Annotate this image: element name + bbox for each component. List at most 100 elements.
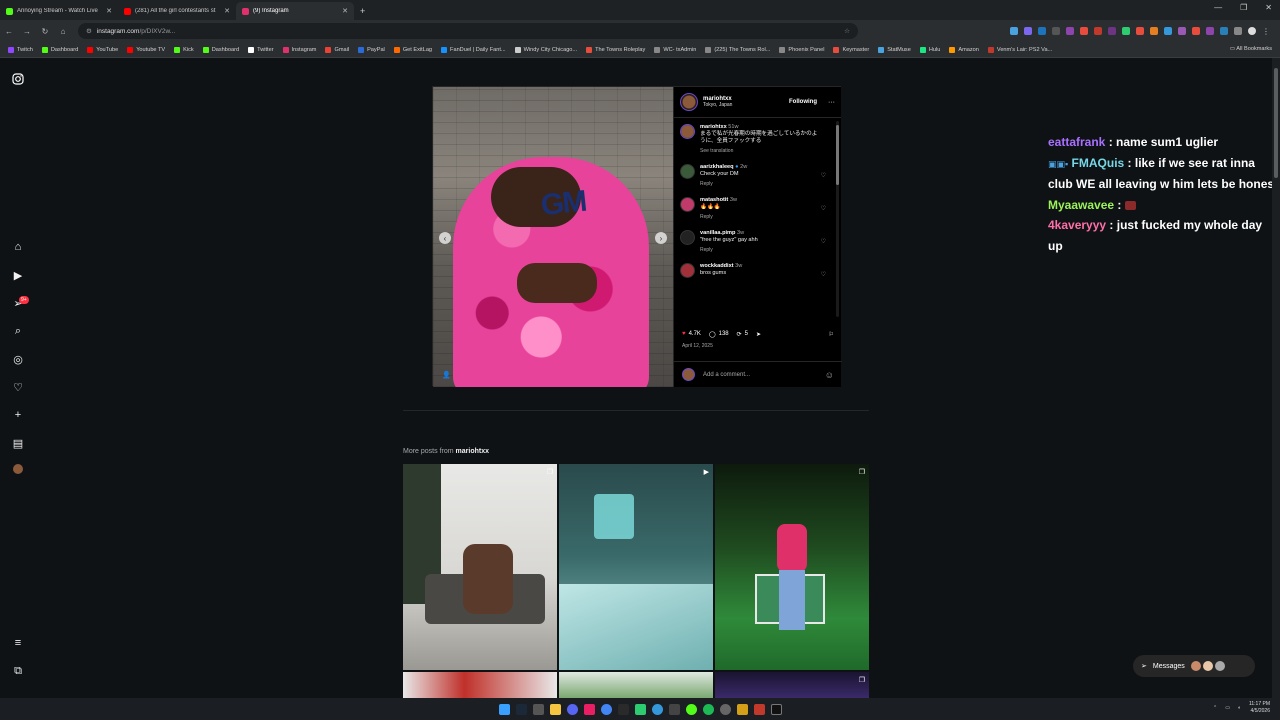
bookmark-star-icon[interactable]: ☆ bbox=[844, 27, 850, 35]
site-info-icon[interactable]: ⚙ bbox=[86, 27, 92, 35]
commenter-avatar[interactable] bbox=[680, 197, 695, 212]
extension-icon[interactable] bbox=[1206, 27, 1214, 35]
commenter-avatar[interactable] bbox=[680, 230, 695, 245]
scroll-thumb[interactable] bbox=[836, 125, 839, 185]
file-explorer-icon[interactable] bbox=[549, 703, 561, 715]
caption-username[interactable]: mariohtxx bbox=[700, 124, 727, 130]
post-photo[interactable]: GM ‹ › 👤 bbox=[433, 87, 673, 387]
bookmark-item[interactable]: Gmail bbox=[325, 46, 349, 53]
bookmark-item[interactable]: YouTube bbox=[87, 46, 118, 53]
close-icon[interactable]: ✕ bbox=[224, 7, 230, 15]
bookmark-item[interactable]: Dashboard bbox=[41, 46, 78, 53]
search-icon[interactable]: ⌕ bbox=[11, 324, 25, 338]
next-image-icon[interactable]: › bbox=[655, 232, 667, 244]
volume-icon[interactable]: ◐ bbox=[1238, 705, 1241, 711]
grid-post-3[interactable]: ❐ bbox=[715, 464, 869, 670]
all-bookmarks-button[interactable]: ▭ All Bookmarks bbox=[1225, 46, 1272, 52]
dashboard-icon[interactable]: ▤ bbox=[11, 436, 25, 450]
bookmark-item[interactable]: The Towns Roleplay bbox=[586, 46, 645, 53]
bookmark-item[interactable]: FanDuel | Daily Fant... bbox=[441, 46, 506, 53]
bookmark-item[interactable]: Venm's Lair: PS2 Va... bbox=[987, 46, 1052, 53]
puzzle-icon[interactable] bbox=[1234, 27, 1242, 35]
extension-icon[interactable] bbox=[1220, 27, 1228, 35]
add-comment-input[interactable]: Add a comment... bbox=[703, 372, 750, 378]
grid-post-2[interactable]: ▶ bbox=[559, 464, 713, 670]
reply-button[interactable]: Reply bbox=[700, 214, 818, 221]
extension-icon[interactable] bbox=[1164, 27, 1172, 35]
tray-chevron-icon[interactable]: ⌃ bbox=[1213, 705, 1217, 711]
close-window-icon[interactable]: ✕ bbox=[1265, 3, 1272, 12]
like-comment-icon[interactable]: ♡ bbox=[821, 205, 826, 212]
app-icon[interactable] bbox=[736, 703, 748, 715]
bookmark-item[interactable]: Keymaster bbox=[833, 46, 869, 53]
comments-scrollbar[interactable] bbox=[836, 121, 839, 317]
extension-icon[interactable] bbox=[1108, 27, 1116, 35]
address-bar[interactable]: ⚙ instagram.com/p/DIXV2w... ☆ bbox=[78, 23, 858, 39]
share-button[interactable]: ➤ bbox=[756, 331, 761, 338]
profile-icon[interactable] bbox=[1248, 27, 1256, 35]
extension-icon[interactable] bbox=[1150, 27, 1158, 35]
bookmark-item[interactable]: Instagram bbox=[282, 46, 316, 53]
reels-icon[interactable]: ▶ bbox=[11, 268, 25, 282]
back-icon[interactable]: ← bbox=[0, 27, 18, 36]
app-icon[interactable] bbox=[651, 703, 663, 715]
steam-icon[interactable] bbox=[515, 703, 527, 715]
bookmark-item[interactable]: Amazon bbox=[949, 46, 979, 53]
bookmark-item[interactable]: (225) The Towns Rol... bbox=[705, 46, 770, 53]
discord-icon[interactable] bbox=[566, 703, 578, 715]
new-tab-button[interactable]: + bbox=[360, 2, 365, 20]
clock[interactable]: 11:17 PM 4/5/2026 bbox=[1249, 701, 1270, 715]
page-scrollbar[interactable] bbox=[1272, 58, 1280, 698]
extension-icon[interactable] bbox=[1122, 27, 1130, 35]
comment-button[interactable]: ◯ 138 bbox=[709, 331, 729, 338]
previous-image-icon[interactable]: ‹ bbox=[439, 232, 451, 244]
more-menu-icon[interactable]: ≡ bbox=[11, 636, 25, 650]
start-icon[interactable] bbox=[498, 703, 510, 715]
following-button[interactable]: Following bbox=[789, 99, 817, 105]
terminal-icon[interactable] bbox=[532, 703, 544, 715]
more-options-icon[interactable]: ··· bbox=[828, 99, 835, 106]
app-icon[interactable] bbox=[685, 703, 697, 715]
commenter-username[interactable]: matashotit bbox=[700, 197, 728, 203]
reply-button[interactable]: Reply bbox=[700, 181, 818, 188]
extension-icon[interactable] bbox=[1024, 27, 1032, 35]
app-icon[interactable] bbox=[634, 703, 646, 715]
like-comment-icon[interactable]: ♡ bbox=[821, 271, 826, 278]
grid-post-4[interactable] bbox=[403, 672, 557, 698]
chrome-icon[interactable] bbox=[600, 703, 612, 715]
app-icon[interactable] bbox=[753, 703, 765, 715]
reload-icon[interactable]: ↻ bbox=[36, 27, 54, 36]
minimize-icon[interactable]: — bbox=[1214, 3, 1222, 12]
maximize-icon[interactable]: ❐ bbox=[1240, 3, 1247, 12]
extension-icon[interactable] bbox=[1066, 27, 1074, 35]
network-icon[interactable]: ▭ bbox=[1225, 705, 1230, 711]
emoji-icon[interactable]: ☺ bbox=[825, 370, 834, 380]
reply-button[interactable]: Reply bbox=[700, 247, 818, 254]
bookmark-item[interactable]: Phoenix Panel bbox=[779, 46, 824, 53]
like-button[interactable]: ♥ 4.7K bbox=[682, 331, 701, 337]
commenter-username[interactable]: vanillaa.pimp bbox=[700, 230, 735, 236]
create-icon[interactable]: + bbox=[11, 408, 25, 422]
x-app-icon[interactable] bbox=[770, 703, 782, 715]
instagram-logo-icon[interactable] bbox=[11, 72, 25, 86]
grid-post-5[interactable] bbox=[559, 672, 713, 698]
extension-icon[interactable] bbox=[1010, 27, 1018, 35]
scroll-thumb[interactable] bbox=[1274, 68, 1278, 178]
tagged-people-icon[interactable]: 👤 bbox=[442, 371, 451, 379]
commenter-username[interactable]: aarizkhaleeq bbox=[700, 164, 734, 170]
forward-icon[interactable]: → bbox=[18, 27, 36, 36]
bookmark-item[interactable]: WC- txAdmin bbox=[654, 46, 696, 53]
commenter-avatar[interactable] bbox=[680, 263, 695, 278]
grid-post-1[interactable]: ❐ bbox=[403, 464, 557, 670]
close-icon[interactable]: ✕ bbox=[106, 7, 112, 15]
extension-icon[interactable] bbox=[1136, 27, 1144, 35]
explore-icon[interactable]: ◎ bbox=[11, 352, 25, 366]
home-icon[interactable]: ⌂ bbox=[11, 240, 25, 254]
bookmark-item[interactable]: Youtube TV bbox=[127, 46, 165, 53]
menu-dots-icon[interactable]: ⋮ bbox=[1262, 27, 1270, 36]
extension-icon[interactable] bbox=[1052, 27, 1060, 35]
bookmark-item[interactable]: Hulu bbox=[919, 46, 940, 53]
close-icon[interactable]: ✕ bbox=[342, 7, 348, 15]
bookmark-item[interactable]: Twitch bbox=[8, 46, 33, 53]
save-bookmark-icon[interactable]: ⚐ bbox=[829, 331, 834, 338]
